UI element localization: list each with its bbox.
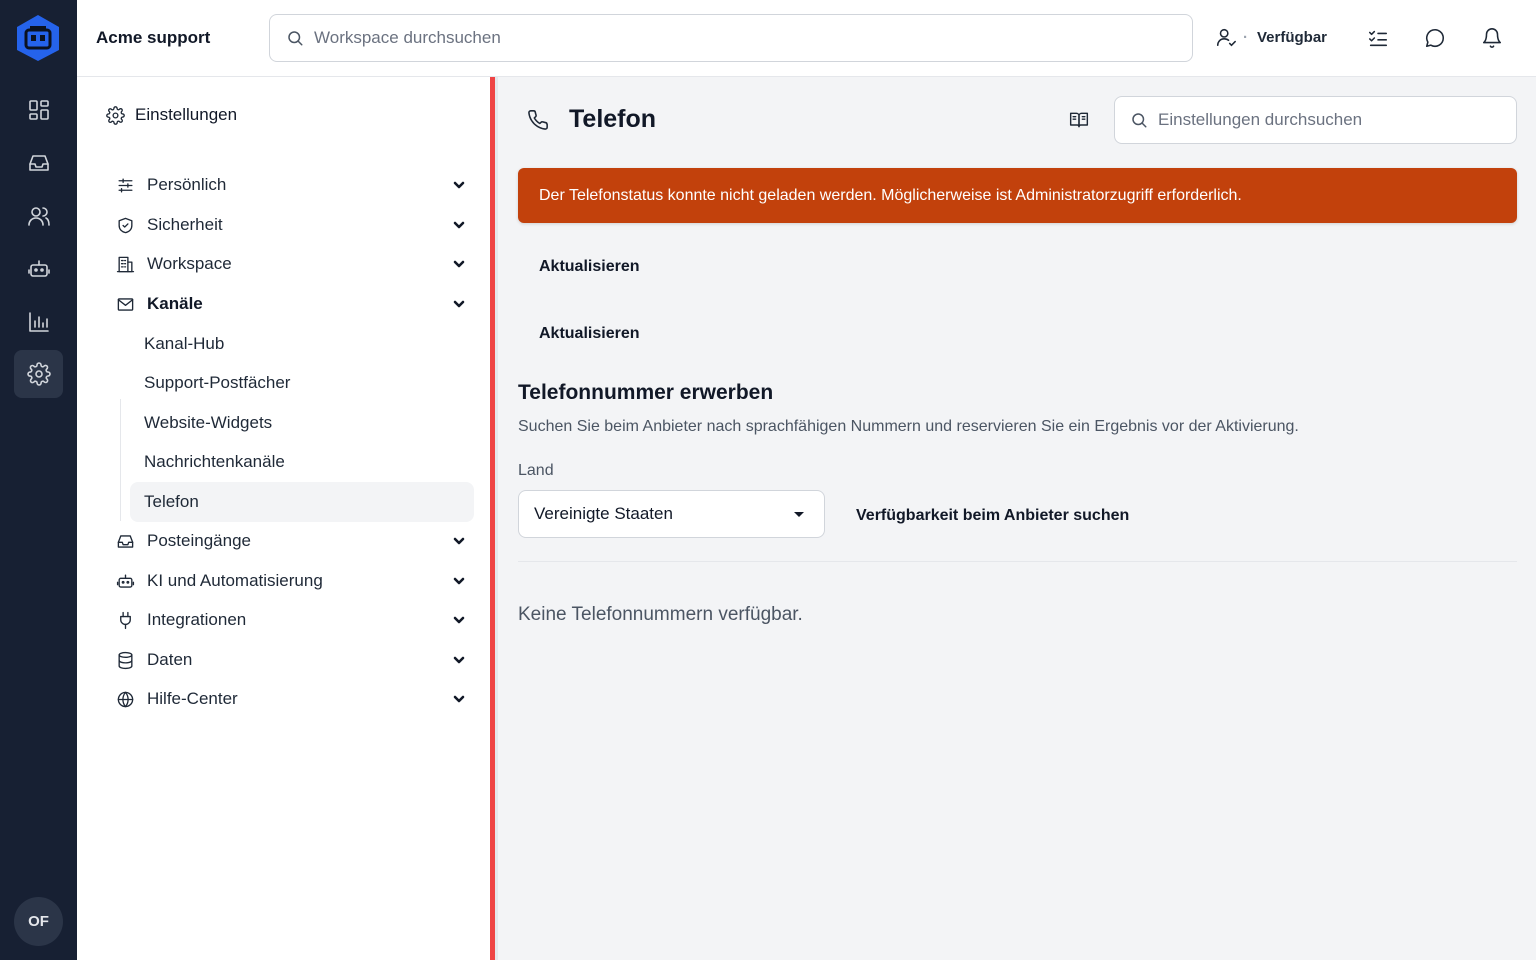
sidebar-item-hilfe-center[interactable]: Hilfe-Center: [116, 681, 466, 717]
settings-header: Einstellungen: [106, 105, 237, 125]
app-logo-icon[interactable]: [15, 14, 61, 62]
chevron-down-icon: [453, 300, 465, 308]
rail-settings[interactable]: [14, 350, 63, 398]
inbox-icon: [28, 155, 49, 171]
status-separator: ·: [1243, 28, 1248, 46]
chevron-down-icon: [453, 221, 465, 229]
sidebar-item-label: Kanäle: [147, 294, 203, 313]
chevron-down-icon: [453, 577, 465, 585]
reports-icon: [28, 312, 49, 332]
search-availability-button[interactable]: Verfügbarkeit beim Anbieter suchen: [856, 507, 1129, 525]
submenu-guide-line: [120, 399, 121, 521]
search-icon: [288, 31, 303, 46]
availability-status[interactable]: · Verfügbar: [1215, 26, 1327, 48]
bot-icon: [116, 573, 135, 588]
top-bar: Acme support · Verfügbar: [77, 0, 1536, 77]
country-select[interactable]: Vereinigte Staaten: [518, 490, 825, 538]
rail-contacts[interactable]: [14, 192, 63, 240]
chevron-down-icon: [453, 537, 465, 545]
documentation-book-icon[interactable]: [1069, 110, 1089, 130]
workspace-search[interactable]: [269, 14, 1193, 62]
user-avatar[interactable]: OF: [14, 897, 63, 946]
sidebar-subitem-kanal-hub[interactable]: Kanal-Hub: [130, 324, 474, 364]
settings-title: Einstellungen: [135, 105, 238, 124]
sidebar-item-label: Workspace: [147, 254, 232, 273]
phone-icon: [528, 110, 548, 130]
rail-reports[interactable]: [14, 298, 63, 346]
settings-sidebar: Einstellungen Persönlich Sicherheit Work…: [77, 77, 490, 960]
refresh-button-2[interactable]: Aktualisieren: [539, 325, 639, 343]
main-content: Telefon Der Telefonstatus konnte nicht g…: [498, 77, 1536, 960]
sidebar-item-posteingaenge[interactable]: Posteingänge: [116, 523, 466, 559]
user-status-icon: [1216, 28, 1236, 47]
sidebar-subitem-nachrichtenkanaele[interactable]: Nachrichtenkanäle: [130, 442, 474, 482]
settings-search[interactable]: [1114, 96, 1517, 144]
checklist-icon: [1368, 30, 1388, 47]
refresh-button-1[interactable]: Aktualisieren: [539, 258, 639, 276]
sidebar-item-label: Persönlich: [147, 175, 227, 194]
sidebar-item-sicherheit[interactable]: Sicherheit: [116, 207, 466, 243]
workspace-search-input[interactable]: [314, 28, 1039, 48]
section-divider: [518, 561, 1517, 562]
rail-bot[interactable]: [14, 245, 63, 293]
country-label: Land: [518, 462, 554, 479]
settings-icon: [26, 362, 51, 386]
empty-state-text: Keine Telefonnummern verfügbar.: [518, 604, 803, 625]
sidebar-item-label: KI und Automatisierung: [147, 571, 323, 590]
sidebar-item-kanaele[interactable]: Kanäle: [116, 286, 466, 322]
status-label: Verfügbar: [1257, 28, 1328, 46]
chat-icon: [1425, 29, 1445, 48]
sidebar-subitem-website-widgets[interactable]: Website-Widgets: [130, 403, 474, 443]
chevron-down-icon: [453, 616, 465, 624]
search-icon: [1132, 113, 1147, 128]
dashboard-icon: [28, 100, 49, 120]
tasks-button[interactable]: [1365, 25, 1391, 51]
page-title: Telefon: [569, 105, 657, 133]
sidebar-item-persoenlich[interactable]: Persönlich: [116, 167, 466, 203]
sliders-icon: [118, 177, 133, 193]
section-description: Suchen Sie beim Anbieter nach sprachfähi…: [518, 418, 1299, 435]
sidebar-item-ki-automatisierung[interactable]: KI und Automatisierung: [116, 563, 466, 599]
section-title: Telefonnummer erwerben: [518, 381, 774, 404]
building-icon: [116, 256, 135, 272]
settings-search-input[interactable]: [1158, 110, 1467, 130]
chevron-down-icon: [453, 695, 465, 703]
sidebar-item-daten[interactable]: Daten: [116, 642, 466, 678]
inbox-icon: [117, 534, 134, 548]
sidebar-item-integrationen[interactable]: Integrationen: [116, 602, 466, 638]
plug-icon: [120, 611, 131, 629]
bot-icon: [27, 260, 50, 277]
country-select-value: Vereinigte Staaten: [534, 504, 673, 523]
chevron-down-icon: [453, 181, 465, 189]
sidebar-item-label: Posteingänge: [147, 531, 251, 550]
sidebar-item-label: Integrationen: [147, 610, 247, 629]
sidebar-subitem-telefon[interactable]: Telefon: [130, 482, 474, 522]
caret-down-icon: [794, 512, 804, 517]
sidebar-item-label: Hilfe-Center: [147, 689, 238, 708]
database-icon: [118, 651, 133, 669]
sidebar-item-label: Sicherheit: [147, 215, 223, 234]
gear-icon: [106, 105, 125, 125]
rail-inbox[interactable]: [14, 139, 63, 187]
chevron-down-icon: [453, 260, 465, 268]
shield-icon: [118, 217, 133, 233]
contacts-icon: [27, 207, 50, 226]
sidebar-subitem-support-postfaecher[interactable]: Support-Postfächer: [130, 363, 474, 403]
workspace-name[interactable]: Acme support: [96, 28, 210, 48]
globe-icon: [117, 691, 134, 707]
notifications-button[interactable]: [1479, 25, 1505, 51]
sidebar-item-workspace[interactable]: Workspace: [116, 246, 466, 282]
app-rail: OF: [0, 0, 77, 960]
sidebar-item-label: Daten: [147, 650, 193, 669]
rail-dashboard[interactable]: [14, 86, 63, 134]
bell-icon: [1482, 28, 1502, 48]
chevron-down-icon: [453, 656, 465, 664]
chat-button[interactable]: [1422, 25, 1448, 51]
mail-icon: [117, 297, 134, 311]
error-alert: Der Telefonstatus konnte nicht geladen w…: [518, 168, 1517, 223]
